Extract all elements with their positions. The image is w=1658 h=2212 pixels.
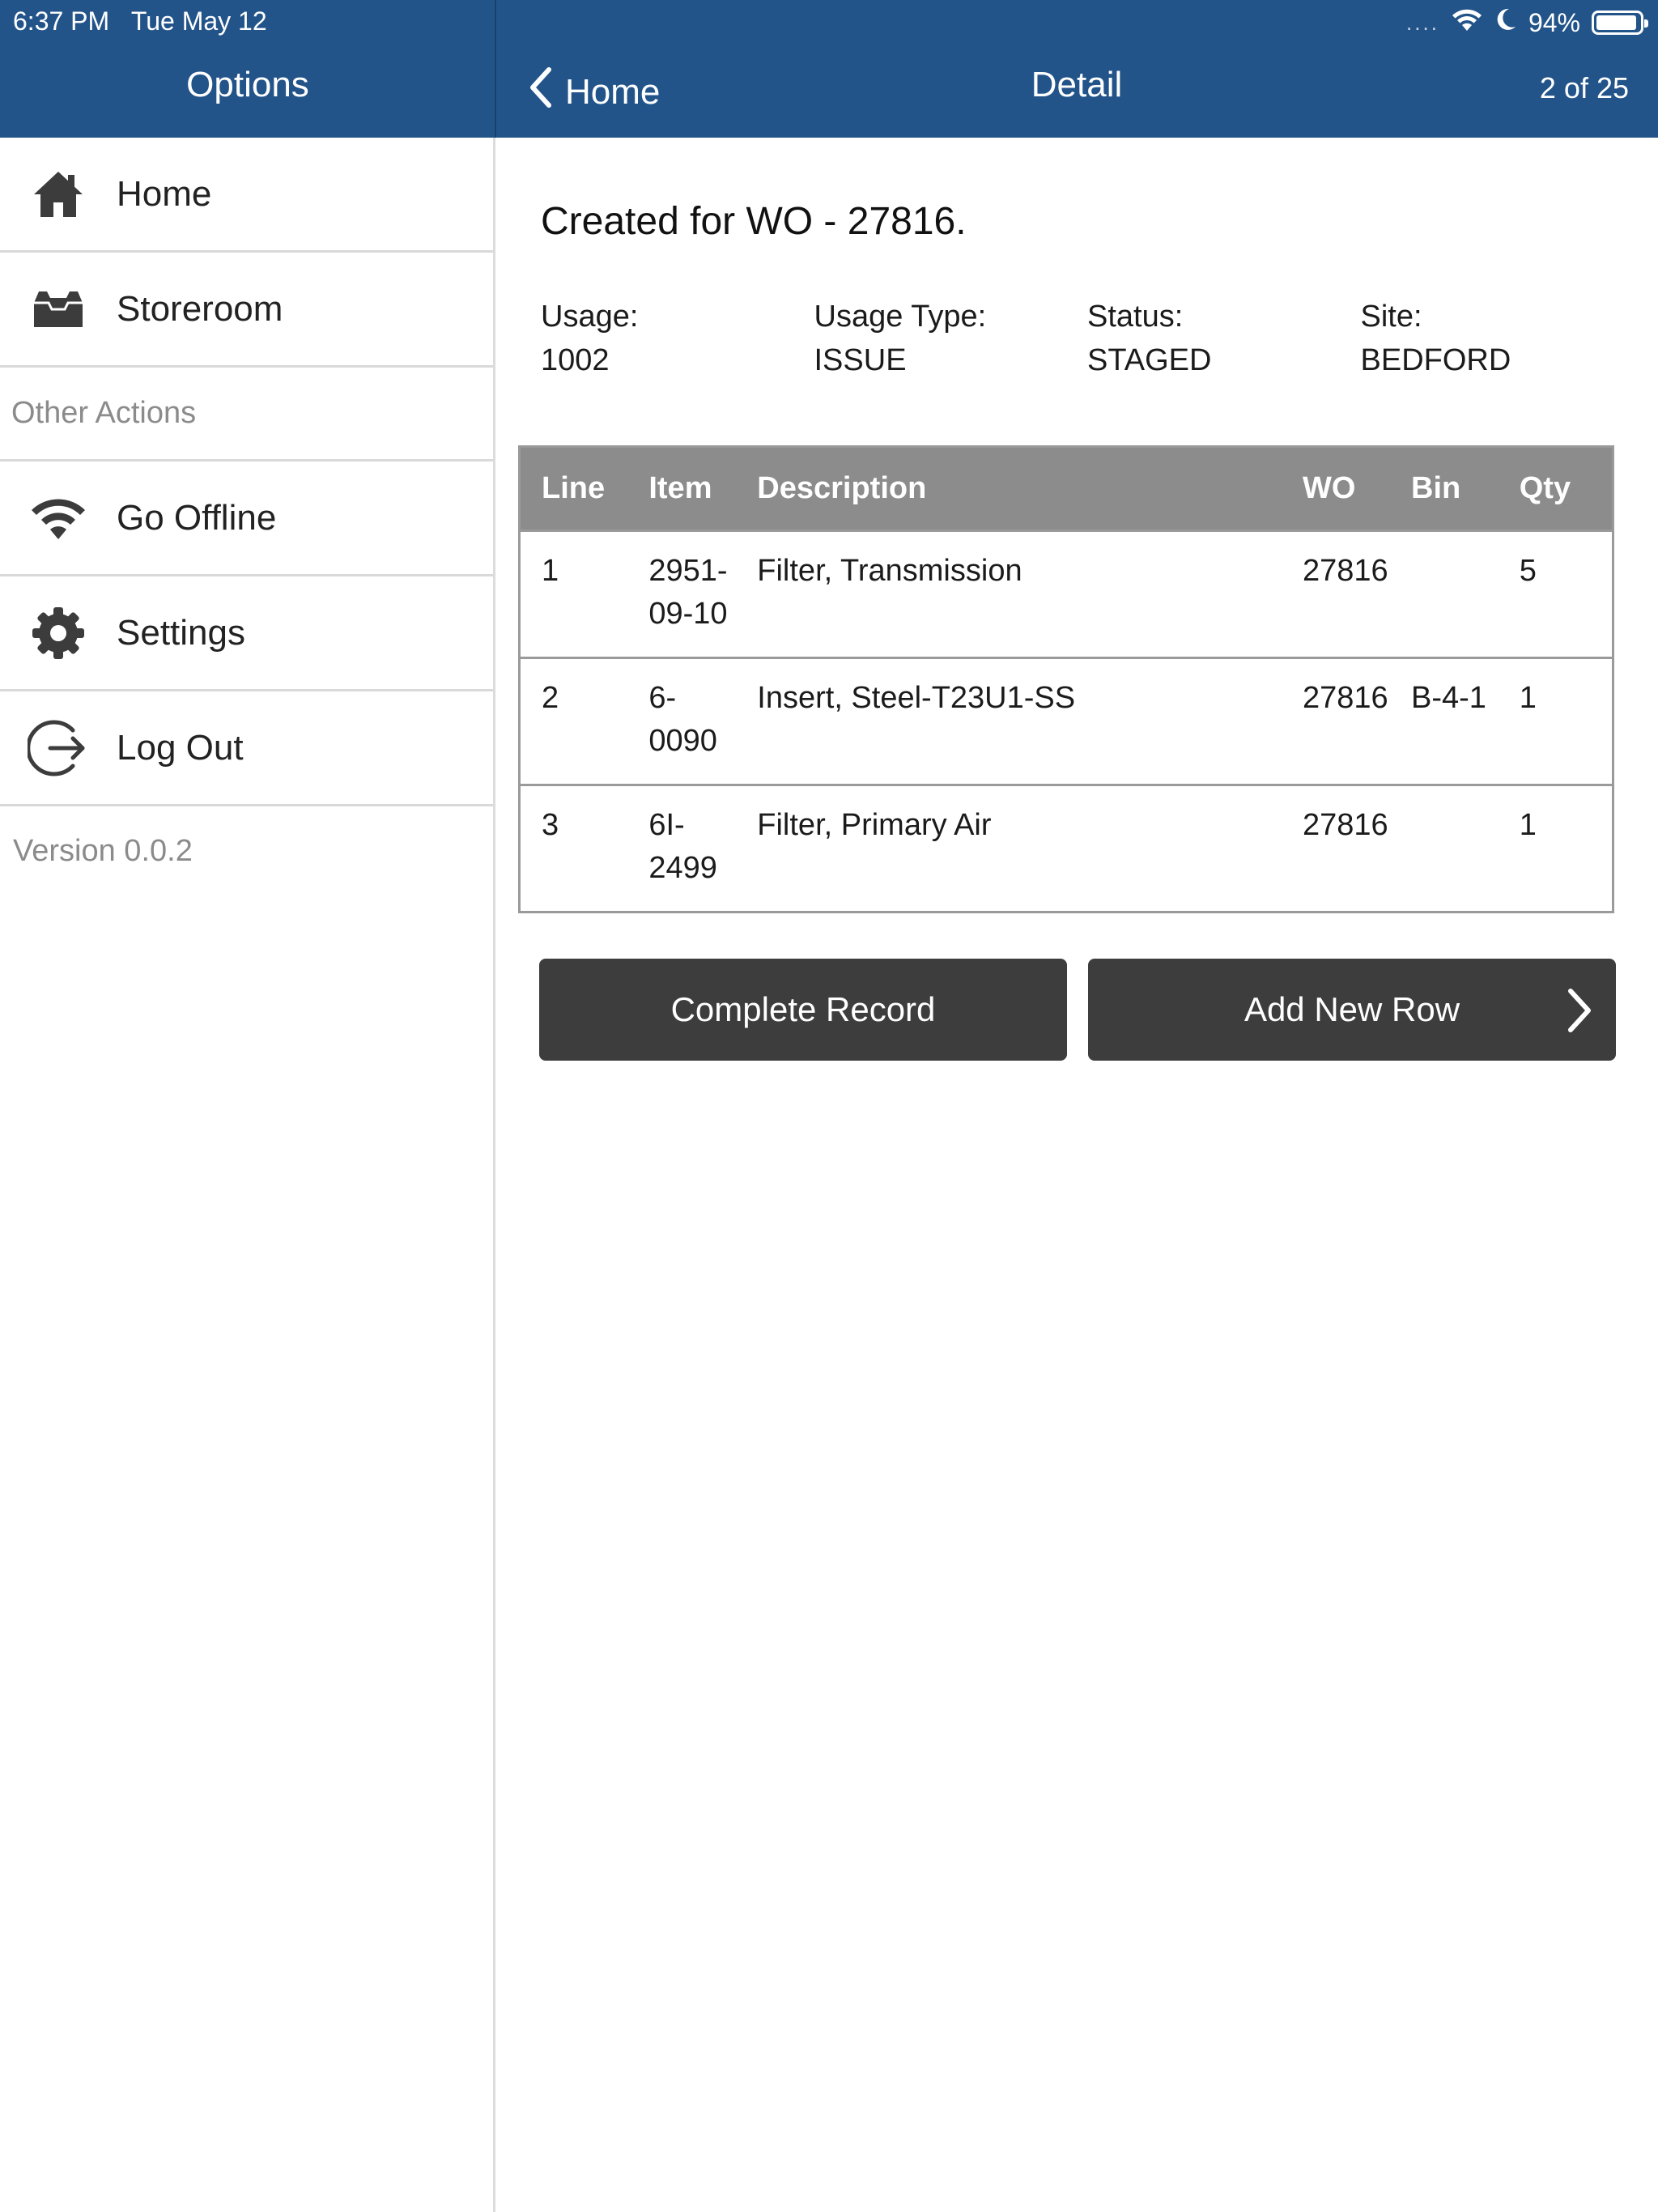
moon-icon xyxy=(1494,7,1517,38)
cell-bin xyxy=(1390,530,1499,658)
button-label: Add New Row xyxy=(1244,990,1460,1028)
column-header-bin: Bin xyxy=(1390,446,1499,531)
status-date: Tue May 12 xyxy=(130,6,267,36)
add-new-row-button[interactable]: Add New Row xyxy=(1088,959,1616,1061)
top-bar: 6:37 PM Tue May 12 .... 94% Options Home… xyxy=(0,0,1658,138)
status-indicators: .... 94% xyxy=(1406,6,1648,39)
cell-wo: 27816 xyxy=(1282,784,1390,912)
sidebar-item-home[interactable]: Home xyxy=(0,138,493,253)
table-row[interactable]: 3 6I-2499 Filter, Primary Air 27816 1 xyxy=(519,784,1613,912)
record-title: Created for WO - 27816. xyxy=(541,200,967,243)
cell-line: 1 xyxy=(519,530,628,658)
cell-description: Filter, Transmission xyxy=(736,530,1282,658)
record-fields: Usage: 1002 Usage Type: ISSUE Status: ST… xyxy=(541,295,1634,382)
section-header-other-actions: Other Actions xyxy=(0,368,493,462)
status-bar: 6:37 PM Tue May 12 .... 94% xyxy=(0,0,1658,45)
home-icon xyxy=(0,168,117,220)
battery-percent: 94% xyxy=(1528,7,1580,37)
page-title: Detail xyxy=(1031,65,1123,104)
field-status: Status: STAGED xyxy=(1087,295,1361,382)
column-header-line: Line xyxy=(519,446,628,531)
sidebar-item-label: Storeroom xyxy=(117,288,283,329)
cell-qty: 5 xyxy=(1498,530,1613,658)
button-label: Complete Record xyxy=(670,990,936,1028)
field-label: Status: xyxy=(1087,300,1184,334)
field-value: STAGED xyxy=(1087,343,1212,377)
cell-qty: 1 xyxy=(1498,657,1613,785)
column-header-item: Item xyxy=(627,446,737,531)
sidebar-item-label: Go Offline xyxy=(117,497,277,538)
sidebar-item-storeroom[interactable]: Storeroom xyxy=(0,253,493,368)
column-header-description: Description xyxy=(736,446,1282,531)
cell-line: 2 xyxy=(519,657,628,785)
sidebar-title: Options xyxy=(186,65,309,104)
battery-icon xyxy=(1592,11,1648,35)
cell-description: Insert, Steel-T23U1-SS xyxy=(736,657,1282,785)
storeroom-icon xyxy=(0,288,117,330)
cell-item: 2951-09-10 xyxy=(627,530,737,658)
field-label: Site: xyxy=(1360,300,1422,334)
cell-description: Filter, Primary Air xyxy=(736,784,1282,912)
table-row[interactable]: 1 2951-09-10 Filter, Transmission 27816 … xyxy=(519,530,1613,658)
chevron-right-icon xyxy=(1564,986,1593,1043)
field-value: ISSUE xyxy=(814,343,907,377)
wifi-status-icon xyxy=(1451,6,1483,39)
field-usage-type: Usage Type: ISSUE xyxy=(814,295,1088,382)
detail-panel: Created for WO - 27816. Usage: 1002 Usag… xyxy=(495,138,1658,2212)
signal-dots: .... xyxy=(1406,10,1439,35)
field-usage: Usage: 1002 xyxy=(541,295,814,382)
field-label: Usage: xyxy=(541,300,639,334)
wifi-icon xyxy=(0,496,117,541)
column-header-qty: Qty xyxy=(1498,446,1613,531)
cell-bin: B-4-1 xyxy=(1390,657,1499,785)
logout-icon xyxy=(0,717,117,779)
record-position: 2 of 25 xyxy=(1539,71,1629,104)
table-header-row: Line Item Description WO Bin Qty xyxy=(519,446,1613,531)
battery-level xyxy=(1596,15,1636,30)
sidebar-item-label: Log Out xyxy=(117,727,244,768)
column-header-wo: WO xyxy=(1282,446,1390,531)
cell-wo: 27816 xyxy=(1282,530,1390,658)
sidebar: Home Storeroom Other Actions Go Offline xyxy=(0,138,495,2212)
sidebar-item-label: Home xyxy=(117,173,212,214)
field-site: Site: BEDFORD xyxy=(1361,295,1635,382)
field-label: Usage Type: xyxy=(814,300,987,334)
sidebar-item-settings[interactable]: Settings xyxy=(0,576,493,691)
status-clock: 6:37 PM xyxy=(13,6,110,36)
gear-icon xyxy=(0,606,117,661)
cell-item: 6I-2499 xyxy=(627,784,737,912)
field-value: BEDFORD xyxy=(1360,343,1511,377)
sidebar-item-label: Settings xyxy=(117,612,245,653)
sidebar-item-go-offline[interactable]: Go Offline xyxy=(0,462,493,576)
cell-bin xyxy=(1390,784,1499,912)
cell-qty: 1 xyxy=(1498,784,1613,912)
table-row[interactable]: 2 6-0090 Insert, Steel-T23U1-SS 27816 B-… xyxy=(519,657,1613,785)
line-items-table: Line Item Description WO Bin Qty 1 2951-… xyxy=(518,445,1614,913)
version-label: Version 0.0.2 xyxy=(13,834,193,868)
field-value: 1002 xyxy=(541,343,610,377)
complete-record-button[interactable]: Complete Record xyxy=(539,959,1067,1061)
status-time: 6:37 PM Tue May 12 xyxy=(13,6,267,36)
sidebar-item-log-out[interactable]: Log Out xyxy=(0,691,493,806)
cell-line: 3 xyxy=(519,784,628,912)
cell-item: 6-0090 xyxy=(627,657,737,785)
cell-wo: 27816 xyxy=(1282,657,1390,785)
